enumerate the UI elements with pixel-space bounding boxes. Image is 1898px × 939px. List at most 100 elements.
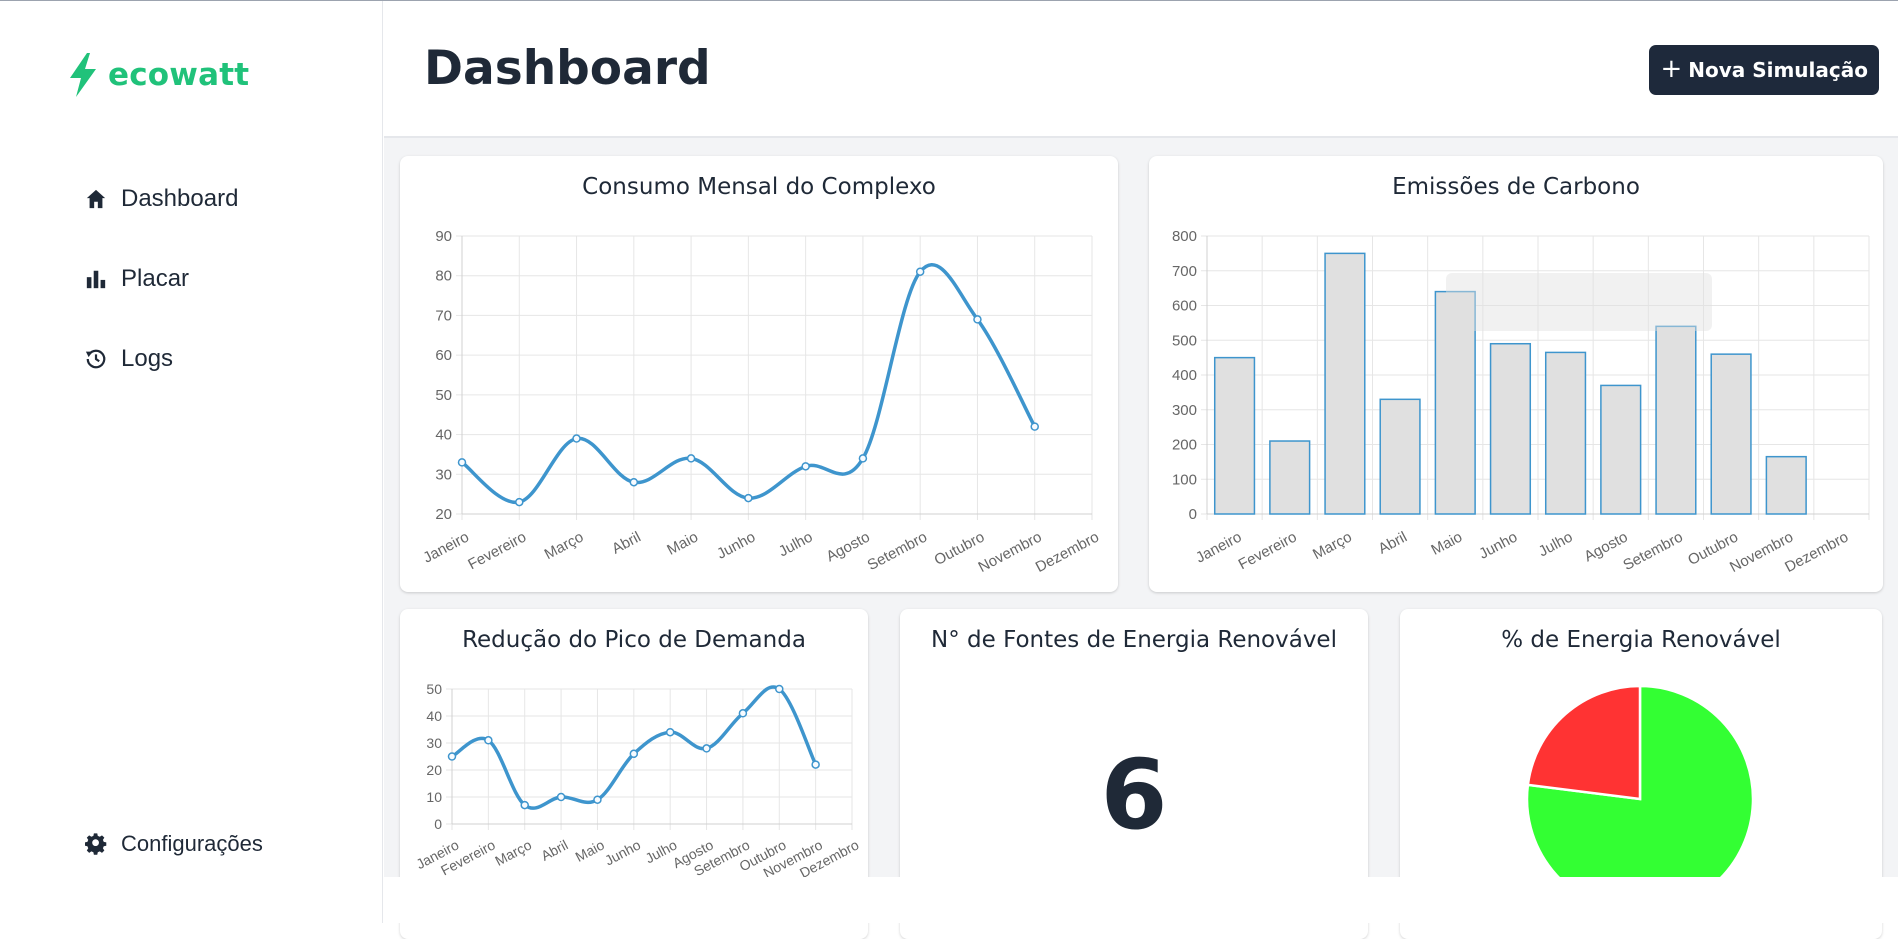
data-point bbox=[702, 744, 711, 753]
data-point bbox=[1030, 422, 1039, 431]
y-tick-label: 20 bbox=[435, 506, 452, 523]
emissoes-bar-chart: 0100200300400500600700800JaneiroFevereir… bbox=[1172, 228, 1870, 576]
history-icon bbox=[85, 349, 106, 369]
x-tick-label: Novembro bbox=[976, 529, 1045, 576]
x-tick-label: Junho bbox=[714, 529, 758, 563]
data-point bbox=[811, 760, 820, 769]
sidebar-item-label: Logs bbox=[121, 345, 174, 372]
sidebar-item-label: Placar bbox=[121, 265, 190, 292]
bar bbox=[1269, 440, 1311, 515]
y-tick-label: 0 bbox=[1189, 506, 1197, 523]
bar bbox=[1489, 342, 1532, 515]
sidebar-item-dashboard[interactable]: Dashboard bbox=[85, 159, 238, 239]
data-point bbox=[629, 749, 639, 759]
lightning-bolt-icon bbox=[70, 53, 96, 97]
y-tick-label: 10 bbox=[426, 789, 442, 805]
bar bbox=[1710, 353, 1752, 515]
x-tick-label: Janeiro bbox=[420, 529, 471, 567]
renewable-sources-count: 6 bbox=[1100, 739, 1168, 851]
x-tick-label: Setembro bbox=[1620, 529, 1685, 575]
x-tick-label: Abril bbox=[609, 529, 643, 558]
y-tick-label: 30 bbox=[426, 735, 442, 751]
y-tick-label: 30 bbox=[435, 466, 452, 483]
sidebar-item-settings[interactable]: Configurações bbox=[85, 831, 263, 857]
y-tick-label: 40 bbox=[426, 708, 442, 724]
bar bbox=[1655, 325, 1697, 515]
y-tick-label: 400 bbox=[1172, 367, 1197, 384]
data-point bbox=[520, 800, 529, 810]
bar bbox=[1379, 398, 1421, 515]
x-tick-label: Junho bbox=[1476, 529, 1520, 563]
y-tick-label: 100 bbox=[1172, 471, 1197, 488]
bar bbox=[1324, 252, 1366, 515]
sidebar-item-label: Configurações bbox=[121, 831, 263, 856]
emissoes-chart-card: Emissões de Carbono 0 100 200 300 400 500 600 7… bbox=[1149, 156, 1883, 592]
x-tick-label: Dezembro bbox=[1033, 529, 1102, 576]
sidebar-nav: Dashboard Placar Logs bbox=[85, 159, 238, 399]
y-tick-label: 700 bbox=[1172, 263, 1197, 280]
data-point bbox=[629, 477, 639, 487]
y-tick-label: 500 bbox=[1172, 332, 1197, 349]
page-header: Dashboard + Nova Simulação bbox=[384, 1, 1898, 138]
y-tick-label: 40 bbox=[435, 427, 452, 444]
y-tick-label: 50 bbox=[435, 387, 452, 404]
data-point bbox=[457, 458, 467, 467]
x-tick-label: Julho bbox=[776, 529, 816, 561]
bar-chart-icon bbox=[86, 270, 106, 289]
consumo-line-chart: 20 30 40 50 60 70 80 90 JaneiroFevereiro Março Abr… bbox=[420, 228, 1102, 576]
sidebar-item-logs[interactable]: Logs bbox=[85, 319, 238, 399]
x-tick-label: Fevereiro bbox=[1236, 529, 1300, 574]
brand-name: ecowatt bbox=[108, 57, 250, 93]
x-tick-label: Março bbox=[542, 529, 587, 564]
bar bbox=[1600, 384, 1642, 515]
y-tick-label: 20 bbox=[426, 762, 442, 778]
y-tick-label: 800 bbox=[1172, 228, 1197, 245]
data-point bbox=[738, 709, 748, 718]
consumo-chart-card: Consumo Mensal do Complexo 20 30 40 50 60 70 8… bbox=[400, 156, 1118, 592]
x-tick-label: Março bbox=[492, 836, 534, 868]
data-point bbox=[801, 462, 810, 471]
x-tick-label: Abril bbox=[538, 837, 570, 864]
data-point bbox=[665, 727, 675, 737]
x-tick-label: Dezembro bbox=[1782, 529, 1851, 576]
data-point bbox=[447, 752, 457, 761]
sidebar: ecowatt Dashboard Placar Logs Configuraç… bbox=[0, 1, 383, 923]
gear-icon bbox=[85, 833, 107, 855]
x-tick-label: Maio bbox=[664, 529, 701, 559]
y-tick-label: 60 bbox=[435, 347, 452, 364]
y-tick-label: 600 bbox=[1172, 298, 1197, 315]
page-title: Dashboard bbox=[424, 41, 711, 96]
pie-slice bbox=[1526, 684, 1642, 801]
x-tick-label: Fevereiro bbox=[465, 529, 529, 574]
plus-icon: + bbox=[1660, 53, 1683, 84]
chart-tooltip bbox=[1446, 273, 1712, 331]
bar bbox=[1765, 455, 1807, 515]
data-point bbox=[858, 454, 868, 463]
main-content: Dashboard + Nova Simulação Consumo Mensa… bbox=[384, 1, 1898, 939]
x-tick-label: Julho bbox=[1536, 529, 1576, 561]
sidebar-item-placar[interactable]: Placar bbox=[85, 239, 238, 319]
data-point bbox=[556, 792, 566, 802]
data-point bbox=[686, 454, 696, 463]
x-tick-label: Maio bbox=[1428, 529, 1465, 559]
data-point bbox=[515, 497, 524, 507]
data-point bbox=[744, 493, 753, 503]
sidebar-item-label: Dashboard bbox=[121, 185, 239, 212]
card-title: N° de Fontes de Energia Renovável bbox=[931, 627, 1337, 653]
x-tick-label: Maio bbox=[573, 836, 607, 864]
data-point bbox=[572, 434, 581, 443]
y-tick-label: 0 bbox=[434, 816, 442, 832]
y-tick-label: 200 bbox=[1172, 437, 1197, 454]
new-simulation-label: Nova Simulação bbox=[1688, 58, 1868, 82]
brand-logo[interactable]: ecowatt bbox=[68, 53, 249, 97]
new-simulation-button[interactable]: + Nova Simulação bbox=[1649, 45, 1879, 95]
bar bbox=[1544, 351, 1587, 515]
bar bbox=[1213, 356, 1256, 515]
data-point bbox=[775, 684, 784, 694]
y-tick-label: 300 bbox=[1172, 402, 1197, 419]
home-icon bbox=[86, 189, 106, 209]
data-point bbox=[973, 315, 982, 324]
data-point bbox=[593, 795, 602, 804]
x-tick-label: Abril bbox=[1375, 529, 1409, 558]
x-tick-label: Junho bbox=[602, 836, 643, 868]
